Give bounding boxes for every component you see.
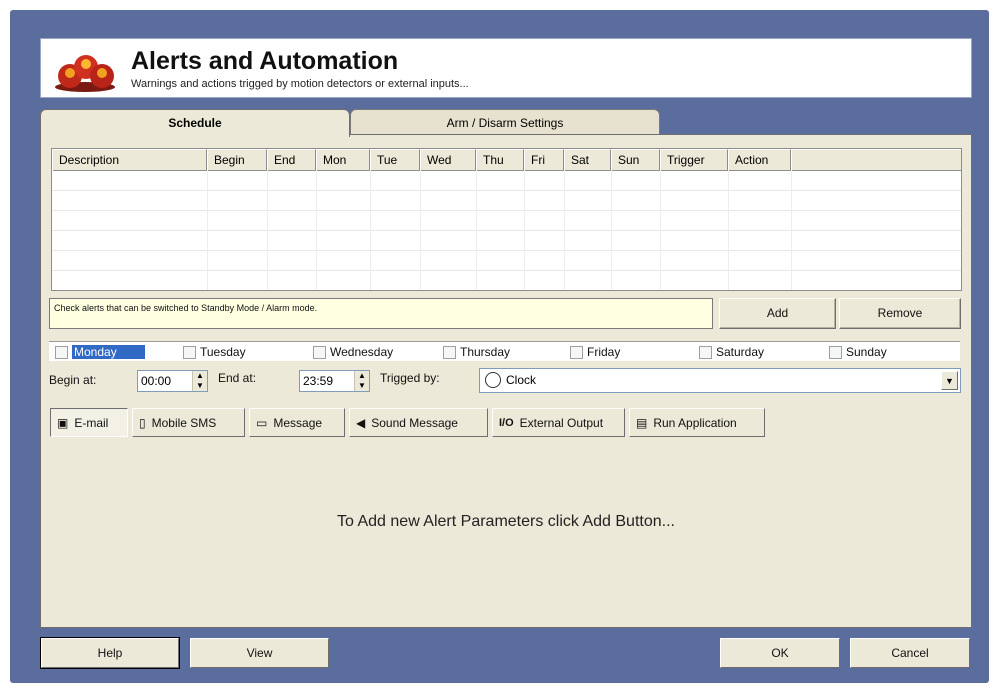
col-description[interactable]: Description (52, 149, 207, 171)
day-label: Wednesday (330, 345, 394, 359)
table-body (52, 171, 961, 290)
begin-at-label: Begin at: (49, 373, 97, 387)
grid-divider (370, 171, 371, 290)
end-time-stepper[interactable]: 23:59 ▲ ▼ (299, 370, 370, 392)
saturday-checkbox[interactable] (699, 345, 712, 359)
col-wed[interactable]: Wed (420, 149, 476, 171)
help-button[interactable]: Help (40, 637, 180, 669)
grid-divider (791, 171, 792, 290)
subtab-label: Sound Message (371, 415, 458, 430)
grid-divider (207, 171, 208, 290)
spin-arrows-icon[interactable]: ▲ ▼ (192, 371, 207, 391)
day-label: Friday (587, 345, 621, 359)
ok-button[interactable]: OK (720, 638, 840, 668)
col-action[interactable]: Action (728, 149, 791, 171)
subtab-label: Message (273, 415, 323, 430)
col-thu[interactable]: Thu (476, 149, 524, 171)
schedule-panel: Description Begin End Mon Tue Wed Thu Fr… (40, 134, 972, 628)
grid-divider (420, 171, 421, 290)
application-icon: ▤ (636, 415, 648, 430)
grid-divider (611, 171, 612, 290)
email-icon: ▣ (57, 415, 69, 430)
wednesday-checkbox[interactable] (313, 345, 326, 359)
subtab-external-output[interactable]: I/O External Output (492, 408, 625, 437)
grid-divider (476, 171, 477, 290)
col-sat[interactable]: Sat (564, 149, 611, 171)
trigged-by-label: Trigged by: (380, 371, 440, 385)
col-end[interactable]: End (267, 149, 316, 171)
empty-hint: To Add new Alert Parameters click Add Bu… (337, 513, 675, 530)
day-label: Saturday (716, 345, 765, 359)
col-trigger[interactable]: Trigger (660, 149, 728, 171)
sunday-checkbox[interactable] (829, 345, 842, 359)
col-begin[interactable]: Begin (207, 149, 267, 171)
thursday-checkbox[interactable] (443, 345, 456, 359)
friday-checkbox[interactable] (570, 345, 583, 359)
grid-divider (728, 171, 729, 290)
tab-schedule[interactable]: Schedule (40, 109, 350, 137)
standby-note: Check alerts that can be switched to Sta… (49, 298, 713, 329)
chevron-down-icon[interactable]: ▼ (941, 371, 958, 390)
day-thursday[interactable]: Thursday (443, 344, 510, 360)
day-label: Thursday (460, 345, 511, 359)
day-friday[interactable]: Friday (570, 344, 620, 360)
end-time-value: 23:59 (303, 374, 334, 388)
day-tuesday[interactable]: Tuesday (183, 344, 246, 360)
add-button[interactable]: Add (719, 298, 836, 329)
subtab-label: Run Application (653, 415, 737, 430)
grid-divider (524, 171, 525, 290)
view-button[interactable]: View (190, 638, 329, 668)
tuesday-checkbox[interactable] (183, 345, 196, 359)
col-tue[interactable]: Tue (370, 149, 420, 171)
day-monday[interactable]: Monday (55, 344, 145, 360)
col-filler (791, 149, 961, 171)
page-title: Alerts and Automation (131, 47, 399, 75)
alerts-table[interactable]: Description Begin End Mon Tue Wed Thu Fr… (51, 148, 962, 291)
alert-lights-logo-icon (55, 55, 115, 92)
clock-icon (485, 372, 501, 388)
col-fri[interactable]: Fri (524, 149, 564, 171)
mobile-icon: ▯ (139, 415, 146, 430)
remove-button[interactable]: Remove (839, 298, 961, 329)
subtab-mobile-sms[interactable]: ▯ Mobile SMS (132, 408, 245, 437)
begin-time-value: 00:00 (141, 374, 172, 388)
subtab-label: Mobile SMS (151, 415, 217, 430)
begin-time-stepper[interactable]: 00:00 ▲ ▼ (137, 370, 208, 392)
day-sunday[interactable]: Sunday (829, 344, 887, 360)
day-label: Tuesday (200, 345, 246, 359)
grid-divider (660, 171, 661, 290)
header-banner: Alerts and Automation Warnings and actio… (40, 38, 972, 98)
speaker-icon: ◀ (356, 415, 366, 430)
day-label: Monday (72, 345, 145, 359)
cancel-button[interactable]: Cancel (850, 638, 970, 668)
grid-divider (316, 171, 317, 290)
end-at-label: End at: (218, 371, 257, 385)
trigger-value: Clock (506, 373, 537, 387)
subtab-email[interactable]: ▣ E-mail (50, 408, 128, 437)
col-mon[interactable]: Mon (316, 149, 370, 171)
subtab-message[interactable]: ▭ Message (249, 408, 345, 437)
days-checklist: Monday Tuesday Wednesday Thursday Friday… (49, 341, 960, 361)
page-subtitle: Warnings and actions trigged by motion d… (131, 78, 469, 90)
col-sun[interactable]: Sun (611, 149, 660, 171)
trigger-select[interactable]: Clock ▼ (479, 368, 961, 393)
grid-divider (564, 171, 565, 290)
message-icon: ▭ (256, 415, 268, 430)
subtab-sound-message[interactable]: ◀ Sound Message (349, 408, 488, 437)
table-header: Description Begin End Mon Tue Wed Thu Fr… (52, 149, 961, 171)
monday-checkbox[interactable] (55, 345, 68, 359)
spin-arrows-icon[interactable]: ▲ ▼ (354, 371, 369, 391)
day-wednesday[interactable]: Wednesday (313, 344, 393, 360)
subtab-run-application[interactable]: ▤ Run Application (629, 408, 765, 437)
day-saturday[interactable]: Saturday (699, 344, 764, 360)
io-icon: I/O (499, 416, 514, 429)
subtab-label: External Output (519, 415, 604, 430)
tab-arm-disarm-settings[interactable]: Arm / Disarm Settings (350, 109, 660, 136)
grid-divider (267, 171, 268, 290)
day-label: Sunday (846, 345, 887, 359)
subtab-label: E-mail (74, 415, 109, 430)
